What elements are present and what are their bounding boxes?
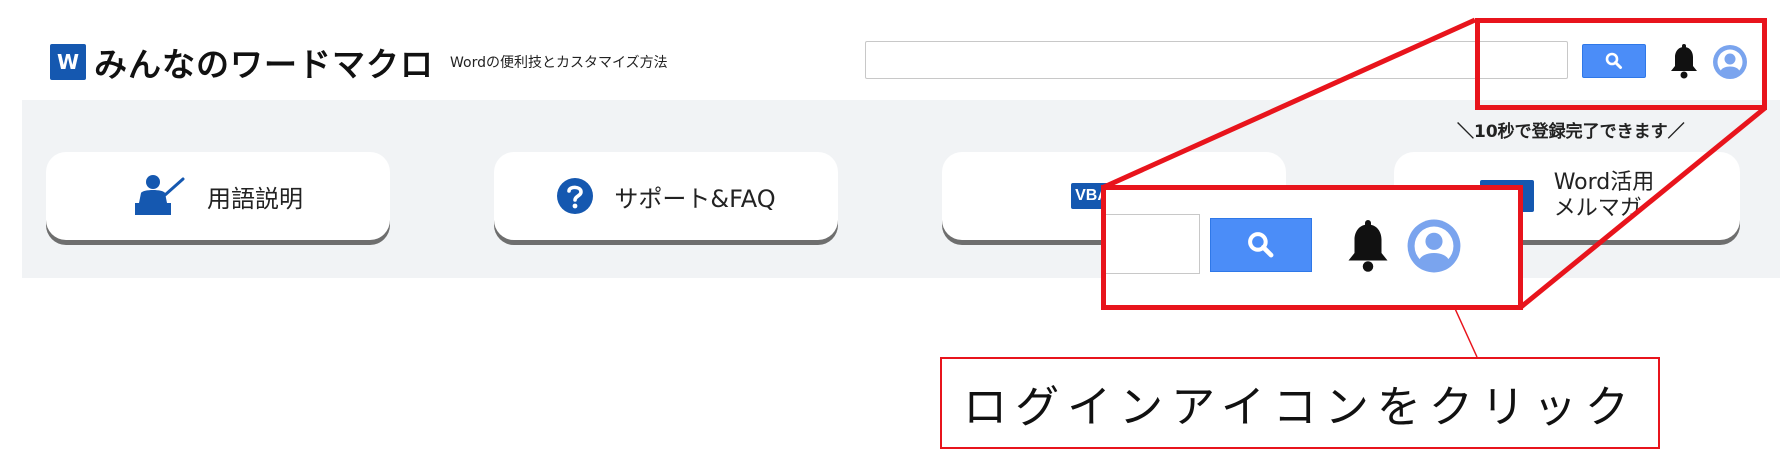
bell-icon <box>1348 220 1388 272</box>
site-title: みんなのワードマクロ <box>94 45 434 84</box>
nav-button-support-faq[interactable]: サポート&FAQ <box>494 152 838 240</box>
search-icon <box>1248 232 1274 258</box>
instruction-callout: ログインアイコンをクリック <box>940 357 1660 449</box>
search-input[interactable] <box>865 41 1568 79</box>
zoom-search-input <box>1106 214 1200 274</box>
signup-note: ＼10秒で登録完了できます／ <box>1457 122 1685 142</box>
nav-button-label-line2: メルマガ <box>1553 196 1642 221</box>
nav-button-label: 用語説明 <box>207 184 303 213</box>
teacher-icon <box>133 173 187 219</box>
highlight-box <box>1475 18 1767 110</box>
zoom-search-button <box>1210 218 1312 272</box>
zoom-panel <box>1101 185 1523 310</box>
page: W みんなのワードマクロ Wordの便利技とカスタマイズ方法 ＼10秒で登録完了… <box>0 0 1780 468</box>
nav-button-glossary[interactable]: 用語説明 <box>46 152 390 240</box>
nav-button-label: サポート&FAQ <box>614 184 776 213</box>
login-avatar-icon <box>1407 219 1461 273</box>
nav-button-label-line1: Word活用 <box>1553 169 1655 195</box>
site-logo[interactable]: W みんなのワードマクロ Wordの便利技とカスタマイズ方法 <box>50 42 668 84</box>
question-icon <box>556 177 594 215</box>
site-tagline: Wordの便利技とカスタマイズ方法 <box>450 55 668 71</box>
logo-mark-icon: W <box>50 44 86 80</box>
